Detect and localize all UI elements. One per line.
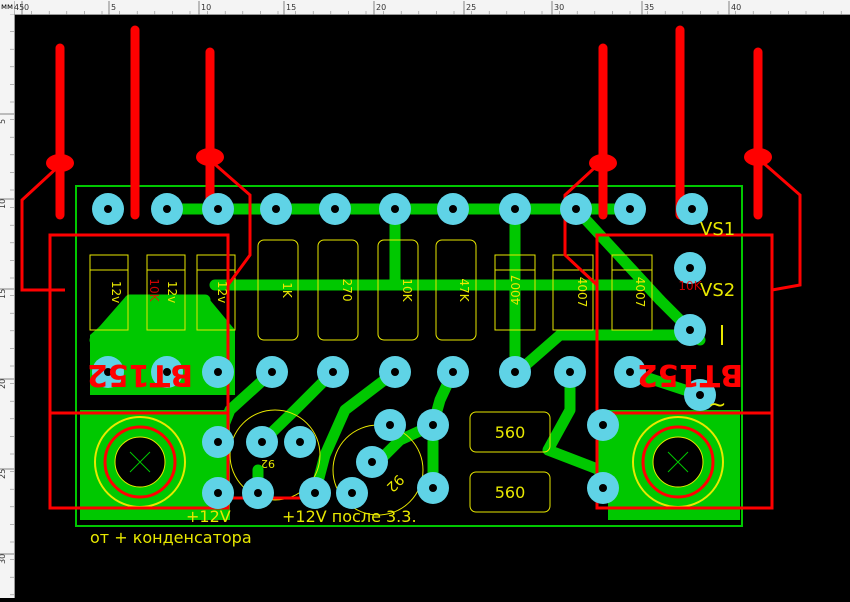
- transistor-label-2: 92: [383, 471, 407, 495]
- ruler-label: 35: [644, 3, 654, 12]
- ruler-label: 20: [0, 379, 7, 389]
- ghost-label-1: 10K: [147, 278, 161, 302]
- resistor-label-560-top: 560: [495, 423, 526, 442]
- ruler-label: 5: [0, 119, 7, 124]
- vs2-label: VS2: [700, 280, 735, 301]
- vertical-ruler[interactable]: 5 10 15 20 25 30: [0, 13, 15, 598]
- pcb-layout: 12v 12v 12v 1K 270 10K 47K 4007 4007 400…: [20, 25, 802, 547]
- pad-hole: [449, 205, 457, 213]
- triac-label-left: BT152: [87, 357, 193, 392]
- pad-hole: [429, 421, 437, 429]
- plus12v-label: +12V: [186, 507, 231, 526]
- plus12v-after-label: +12V после 3.3.: [282, 507, 417, 526]
- pad-hole: [214, 438, 222, 446]
- triac-leads: [55, 25, 763, 220]
- from-capacitor-label: от + конденсатора: [90, 528, 252, 547]
- pad-hole: [348, 489, 356, 497]
- resistor-label-2: 270: [340, 279, 354, 302]
- pad-hole: [566, 368, 574, 376]
- pad-hole: [268, 368, 276, 376]
- pad-hole: [329, 368, 337, 376]
- zener-label-2: 12v: [165, 281, 179, 303]
- pad-hole: [686, 326, 694, 334]
- vs1-label: VS1: [700, 219, 735, 240]
- ruler-label: 20: [376, 3, 386, 12]
- resistor-label-4: 47K: [457, 278, 471, 302]
- pad-hole: [511, 205, 519, 213]
- zener-label-3: 12v: [215, 281, 229, 303]
- diode-label-2: 4007: [575, 277, 589, 308]
- triac-label-right: BT152: [637, 357, 743, 392]
- ruler-label: 40: [731, 3, 741, 12]
- pad-hole: [572, 205, 580, 213]
- resistor-label-3: 10K: [400, 278, 414, 302]
- ruler-label: 45: [14, 3, 24, 12]
- resistor-label-1: 1K: [280, 282, 294, 299]
- pcb-canvas[interactable]: 12v 12v 12v 1K 270 10K 47K 4007 4007 400…: [15, 15, 850, 598]
- pad-hole: [599, 421, 607, 429]
- vertical-ruler-ticks: 5 10 15 20 25 30: [0, 13, 14, 596]
- pad-hole: [254, 489, 262, 497]
- horizontal-ruler[interactable]: 0 5 10 15 20 25 30 35 40 45: [13, 0, 850, 15]
- ruler-label: 15: [286, 3, 296, 12]
- pad-hole: [386, 421, 394, 429]
- ruler-label: 5: [111, 3, 116, 12]
- pad-hole: [626, 368, 634, 376]
- diode-label-3: 4007: [633, 277, 647, 308]
- pad-hole: [214, 205, 222, 213]
- pad-hole: [163, 205, 171, 213]
- ruler-label: 30: [554, 3, 564, 12]
- pad-hole: [686, 264, 694, 272]
- zener-label-1: 12v: [109, 281, 123, 303]
- pad-hole: [688, 205, 696, 213]
- pad-hole: [599, 484, 607, 492]
- pad-hole: [391, 205, 399, 213]
- tilde-label: ~: [708, 393, 726, 418]
- transistor-label-1: 92: [261, 457, 275, 470]
- pad-hole: [104, 205, 112, 213]
- pad-hole: [429, 484, 437, 492]
- diode-label-1: 4007: [509, 275, 523, 306]
- ruler-label: 10: [0, 199, 7, 209]
- pad-hole: [331, 205, 339, 213]
- ruler-label: 25: [0, 469, 7, 479]
- pad-hole: [214, 489, 222, 497]
- pad-hole: [391, 368, 399, 376]
- resistor-label-560-bottom: 560: [495, 483, 526, 502]
- ruler-label: 30: [0, 554, 7, 564]
- ruler-unit-label: мм: [0, 0, 15, 15]
- pad-hole: [449, 368, 457, 376]
- pad-hole: [272, 205, 280, 213]
- pad-hole: [368, 458, 376, 466]
- pad-hole: [311, 489, 319, 497]
- pad-hole: [258, 438, 266, 446]
- ruler-label: 10: [201, 3, 211, 12]
- pad-hole: [214, 368, 222, 376]
- pad-hole: [626, 205, 634, 213]
- ruler-label: 25: [466, 3, 476, 12]
- triac-lead-bends: [46, 148, 772, 172]
- ruler-label: 15: [0, 289, 7, 299]
- pad-hole: [511, 368, 519, 376]
- ruler-label: 0: [24, 3, 29, 12]
- horizontal-ruler-ticks: 0 5 10 15 20 25 30 35 40 45: [13, 1, 842, 15]
- pad-hole: [296, 438, 304, 446]
